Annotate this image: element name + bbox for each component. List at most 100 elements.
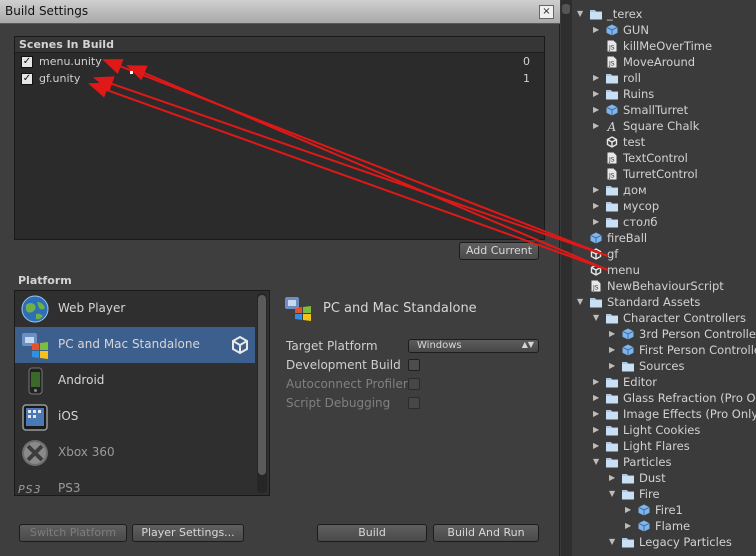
expand-down-icon[interactable]: ▼	[593, 457, 602, 466]
script-debugging-checkbox[interactable]	[408, 397, 420, 409]
expand-right-icon[interactable]: ▶	[593, 25, 602, 34]
project-tree-item[interactable]: ▶ столб	[561, 214, 756, 230]
project-tree-item[interactable]: test	[561, 134, 756, 150]
svg-text:PS3: PS3	[18, 483, 42, 496]
project-tree-item[interactable]: JS NewBehaviourScript	[561, 278, 756, 294]
development-build-checkbox[interactable]	[408, 359, 420, 371]
build-button[interactable]: Build	[317, 524, 427, 542]
project-tree-item-label: TurretControl	[623, 167, 698, 181]
project-tree-item[interactable]: ▶ 3rd Person Controller	[561, 326, 756, 342]
project-tree-item-label: roll	[623, 71, 641, 85]
expand-down-icon[interactable]: ▼	[593, 313, 602, 322]
folder-icon	[590, 296, 602, 308]
expand-down-icon[interactable]: ▼	[577, 297, 586, 306]
project-tree-item[interactable]: ▶ Ruins	[561, 86, 756, 102]
autoconnect-profiler-checkbox[interactable]	[408, 378, 420, 390]
folder-icon	[606, 88, 618, 100]
expand-down-icon[interactable]: ▼	[577, 9, 586, 18]
expand-right-icon[interactable]: ▶	[593, 217, 602, 226]
window-titlebar[interactable]: Build Settings ×	[0, 0, 560, 24]
project-tree-item[interactable]: ▼ _terex	[561, 6, 756, 22]
scenes-header: Scenes In Build	[15, 37, 544, 53]
project-tree-item[interactable]: ▼ Standard Assets	[561, 294, 756, 310]
expand-right-icon[interactable]: ▶	[593, 393, 602, 402]
project-tree-item[interactable]: ▶ Flame	[561, 518, 756, 534]
project-tree-item[interactable]: ▶ GUN	[561, 22, 756, 38]
platform-label: Platform	[18, 274, 72, 287]
expand-right-icon[interactable]: ▶	[593, 185, 602, 194]
project-tree-item[interactable]: ▼ Character Controllers	[561, 310, 756, 326]
project-tree-item[interactable]: gf	[561, 246, 756, 262]
scene-index: 1	[523, 72, 530, 85]
project-tree-item[interactable]: ▶ A Square Chalk	[561, 118, 756, 134]
project-tree-item[interactable]: ▼ Legacy Particles	[561, 534, 756, 550]
folder-icon	[606, 456, 618, 468]
target-platform-dropdown[interactable]: Windows ▲▼	[408, 339, 539, 353]
expand-right-icon[interactable]: ▶	[609, 329, 618, 338]
expand-right-icon[interactable]: ▶	[593, 409, 602, 418]
project-tree-item[interactable]: JS TurretControl	[561, 166, 756, 182]
project-tree-item[interactable]: ▶ Dust	[561, 470, 756, 486]
platform-scrollbar-thumb[interactable]	[258, 295, 266, 475]
platform-item-ios[interactable]: iOS	[15, 399, 255, 435]
project-tree-item[interactable]: ▶ SmallTurret	[561, 102, 756, 118]
scene-row[interactable]: ✓ menu.unity 0	[15, 54, 544, 71]
project-tree-item[interactable]: ▶ roll	[561, 70, 756, 86]
expand-right-icon[interactable]: ▶	[625, 521, 634, 530]
platform-item-web-player[interactable]: Web Player	[15, 291, 255, 327]
platform-scrollbar[interactable]	[257, 293, 267, 493]
build-settings-window: Build Settings × Scenes In Build ✓ menu.…	[0, 0, 560, 556]
scene-checkbox[interactable]: ✓	[21, 56, 33, 68]
build-and-run-button[interactable]: Build And Run	[433, 524, 539, 542]
expand-right-icon[interactable]: ▶	[593, 377, 602, 386]
expand-right-icon[interactable]: ▶	[609, 361, 618, 370]
project-tree-item[interactable]: ▶ Sources	[561, 358, 756, 374]
project-tree-item[interactable]: ▶ Light Flares	[561, 438, 756, 454]
expand-right-icon[interactable]: ▶	[625, 505, 634, 514]
platform-item-xbox-360[interactable]: Xbox 360	[15, 435, 255, 471]
project-tree-item[interactable]: ▼ Fire	[561, 486, 756, 502]
expand-right-icon[interactable]: ▶	[593, 425, 602, 434]
add-current-button[interactable]: Add Current	[459, 242, 539, 260]
folder-icon	[590, 8, 602, 20]
scene-row[interactable]: ✓ gf.unity 1	[15, 71, 544, 88]
expand-right-icon[interactable]: ▶	[609, 345, 618, 354]
expand-right-icon[interactable]: ▶	[593, 121, 602, 130]
expand-right-icon[interactable]: ▶	[609, 473, 618, 482]
expand-right-icon[interactable]: ▶	[593, 89, 602, 98]
project-tree-item[interactable]: JS TextControl	[561, 150, 756, 166]
project-tree-item[interactable]: ▶ Light Cookies	[561, 422, 756, 438]
android-phone-icon	[28, 367, 43, 395]
script-icon: JS	[606, 152, 618, 164]
switch-platform-button[interactable]: Switch Platform	[19, 524, 127, 542]
expand-right-icon[interactable]: ▶	[593, 73, 602, 82]
expand-down-icon[interactable]: ▼	[609, 537, 618, 546]
project-tree-item[interactable]: ▶ мусор	[561, 198, 756, 214]
platform-list: Web Player PC and Mac Standalone Android…	[14, 290, 270, 496]
project-tree-item[interactable]: ▶ Glass Refraction (Pro Only)	[561, 390, 756, 406]
project-tree-item[interactable]: JS MoveAround	[561, 54, 756, 70]
expand-right-icon[interactable]: ▶	[593, 441, 602, 450]
project-tree-item[interactable]: ▶ дом	[561, 182, 756, 198]
platform-item-ps3[interactable]: PS3 PS3	[15, 471, 255, 496]
project-tree-item[interactable]: menu	[561, 262, 756, 278]
scenes-in-build-panel: Scenes In Build ✓ menu.unity 0 ✓ gf.unit…	[14, 36, 545, 240]
expand-down-icon[interactable]: ▼	[609, 489, 618, 498]
expand-right-icon[interactable]: ▶	[593, 201, 602, 210]
scene-checkbox[interactable]: ✓	[21, 73, 33, 85]
folder-icon	[606, 408, 618, 420]
project-tree-item[interactable]: ▶ Fire1	[561, 502, 756, 518]
platform-item-pc-mac-standalone[interactable]: PC and Mac Standalone	[15, 327, 255, 363]
player-settings-button[interactable]: Player Settings...	[132, 524, 244, 542]
project-tree-item[interactable]: ▶ Editor	[561, 374, 756, 390]
project-tree-item[interactable]: ▼ Particles	[561, 454, 756, 470]
folder-icon	[606, 376, 618, 388]
expand-right-icon[interactable]: ▶	[593, 105, 602, 114]
project-tree-item-label: Standard Assets	[607, 295, 701, 309]
platform-item-android[interactable]: Android	[15, 363, 255, 399]
project-tree-item[interactable]: JS killMeOverTime	[561, 38, 756, 54]
close-icon[interactable]: ×	[539, 5, 554, 19]
project-tree-item[interactable]: ▶ Image Effects (Pro Only)	[561, 406, 756, 422]
project-tree-item[interactable]: fireBall	[561, 230, 756, 246]
project-tree-item[interactable]: ▶ First Person Controller	[561, 342, 756, 358]
